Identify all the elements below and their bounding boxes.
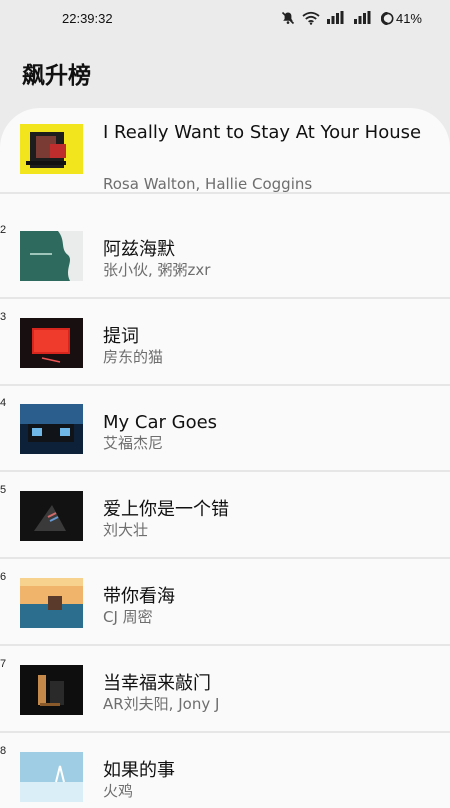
song-row[interactable]: 3 提词 房东的猫 xyxy=(0,300,450,386)
song-row[interactable]: 6 带你看海 CJ 周密 xyxy=(0,560,450,646)
album-cover xyxy=(20,404,83,454)
album-cover xyxy=(20,665,83,715)
song-title: 爱上你是一个错 xyxy=(103,499,229,520)
song-row[interactable]: 8 如果的事 火鸡 xyxy=(0,734,450,808)
album-cover xyxy=(20,752,83,802)
battery-indicator: 41% xyxy=(380,10,422,26)
album-cover xyxy=(20,231,83,281)
song-artist: 火鸡 xyxy=(103,782,134,800)
song-artist: 刘大壮 xyxy=(103,521,149,539)
song-title: 如果的事 xyxy=(103,760,175,781)
signal-sim1-icon xyxy=(326,11,347,25)
song-row[interactable]: 1 I Really Want to Stay At Your House Ro… xyxy=(0,108,450,194)
song-artist: Rosa Walton, Hallie Coggins xyxy=(103,175,313,193)
album-cover xyxy=(20,124,83,174)
song-rank: 7 xyxy=(0,658,7,670)
song-artist: 张小伙, 粥粥zxr xyxy=(103,261,211,279)
battery-icon xyxy=(380,11,394,25)
song-row[interactable]: 4 My Car Goes 艾福杰尼 xyxy=(0,386,450,472)
song-rank: 2 xyxy=(0,224,7,236)
song-row[interactable]: 7 当幸福来敲门 AR刘夫阳, Jony J xyxy=(0,647,450,733)
signal-sim2-icon xyxy=(353,11,374,25)
mute-bell-icon xyxy=(281,11,295,25)
song-rank: 8 xyxy=(0,745,7,757)
album-cover xyxy=(20,318,83,368)
song-rank: 1 xyxy=(0,112,7,124)
battery-percent: 41% xyxy=(395,10,422,26)
song-rank: 6 xyxy=(0,571,7,583)
song-rank: 3 xyxy=(0,311,7,323)
page-title: 飙升榜 xyxy=(22,63,91,89)
song-title: I Really Want to Stay At Your House xyxy=(103,122,422,143)
song-artist: 房东的猫 xyxy=(103,348,164,366)
status-icons: 41% xyxy=(281,11,422,26)
song-artist: AR刘夫阳, Jony J xyxy=(103,695,220,713)
song-rank: 4 xyxy=(0,397,7,409)
status-bar: 22:39:32 41% xyxy=(0,0,450,36)
status-time: 22:39:32 xyxy=(62,10,113,26)
album-cover xyxy=(20,578,83,628)
song-artist: 艾福杰尼 xyxy=(103,434,164,452)
song-row[interactable]: 2 阿兹海默 张小伙, 粥粥zxr xyxy=(0,213,450,299)
song-list[interactable]: 1 I Really Want to Stay At Your House Ro… xyxy=(0,108,450,808)
song-row[interactable]: 5 爱上你是一个错 刘大壮 xyxy=(0,473,450,559)
song-rank: 5 xyxy=(0,484,7,496)
song-artist: CJ 周密 xyxy=(103,608,153,626)
album-cover xyxy=(20,491,83,541)
wifi-icon xyxy=(302,11,320,25)
